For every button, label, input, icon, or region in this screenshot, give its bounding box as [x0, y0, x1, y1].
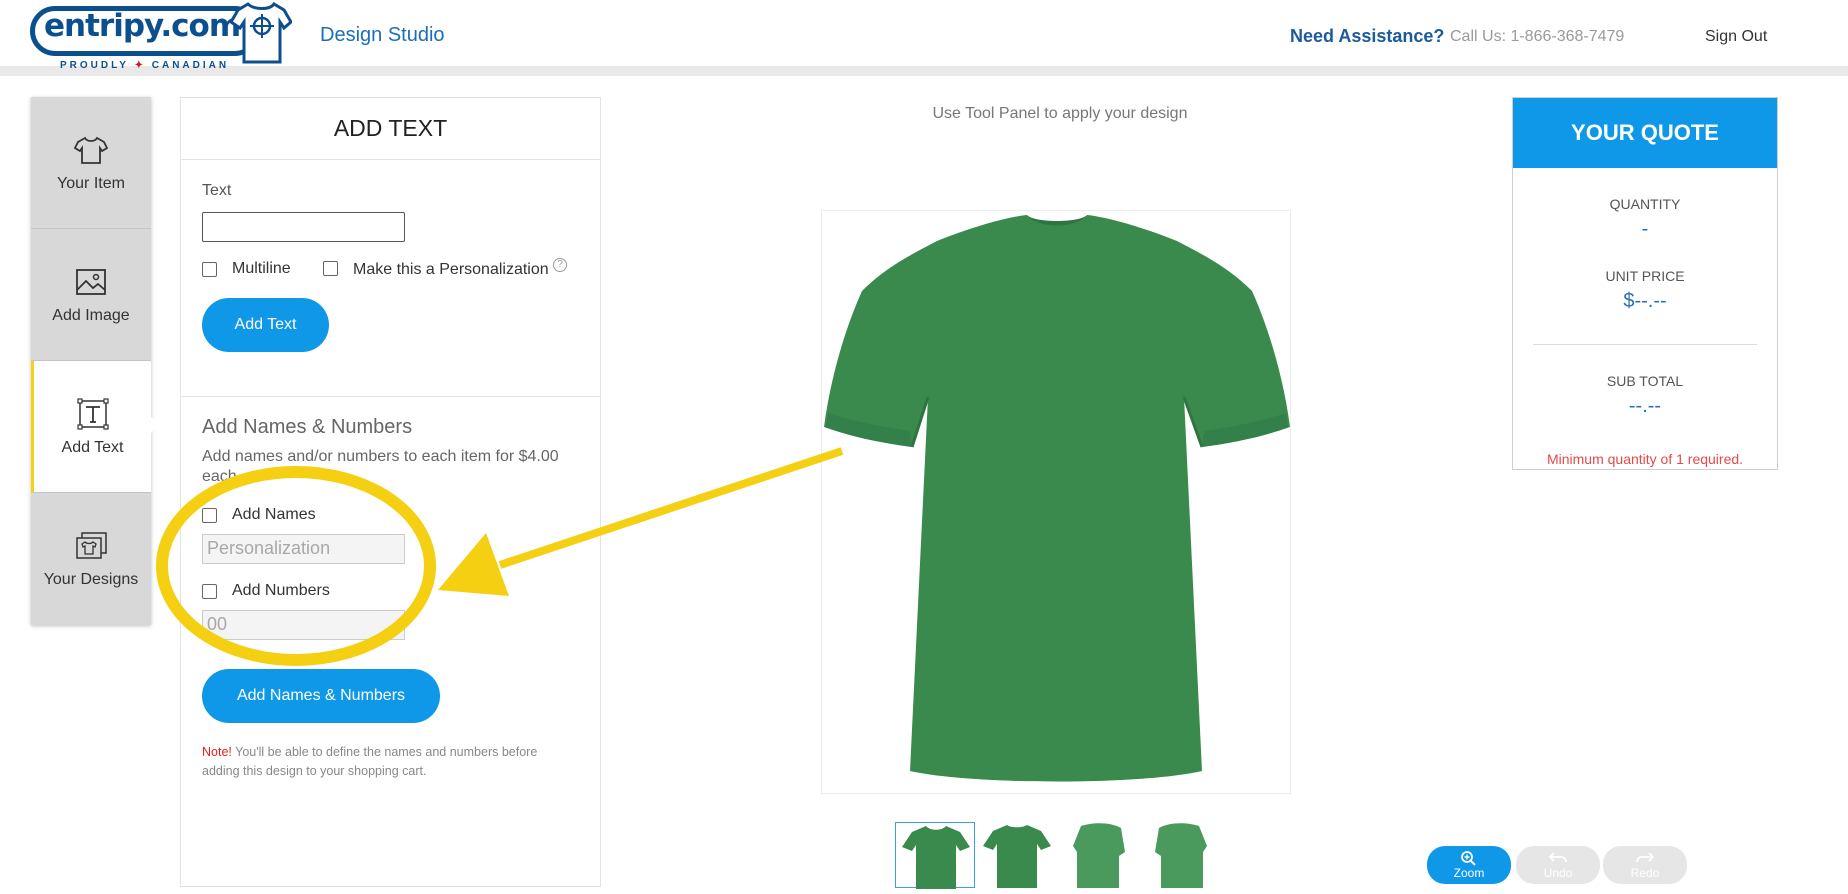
- add-numbers-label: Add Numbers: [232, 582, 330, 599]
- add-names-checkbox[interactable]: [202, 508, 217, 523]
- tshirt-preview: [824, 215, 1290, 782]
- maple-leaf-icon: ✦: [134, 60, 146, 71]
- redo-button[interactable]: Redo: [1603, 846, 1687, 884]
- unit-price-label: UNIT PRICE: [1605, 268, 1685, 284]
- minimum-quantity-warning: Minimum quantity of 1 required.: [1546, 451, 1744, 467]
- subtotal-value: --.--: [1628, 395, 1662, 417]
- names-numbers-description: Add names and/or numbers to each item fo…: [202, 448, 559, 485]
- note-body: You'll be able to define the names and n…: [202, 745, 538, 778]
- quantity-label: QUANTITY: [1609, 196, 1681, 212]
- zoom-button[interactable]: Zoom: [1427, 846, 1511, 884]
- zoom-icon: [1461, 851, 1476, 866]
- design-studio-title: Design Studio: [320, 24, 445, 46]
- add-text-panel: ADD TEXT Text Multiline Make this a Pers…: [180, 97, 601, 887]
- sidebar-item-add-image[interactable]: Add Image: [31, 229, 151, 361]
- text-icon: [76, 397, 109, 430]
- text-field-label: Text: [202, 182, 232, 199]
- sidebar-item-your-designs[interactable]: Your Designs: [31, 493, 151, 625]
- note-text: Note! You'll be able to define the names…: [202, 743, 572, 781]
- quote-panel: YOUR QUOTE QUANTITY - UNIT PRICE $--.-- …: [1512, 97, 1778, 470]
- zoom-label: Zoom: [1453, 866, 1485, 880]
- quantity-value: -: [1641, 218, 1649, 240]
- view-thumbnails: [895, 822, 1215, 889]
- sidebar-item-label: Add Image: [52, 306, 130, 324]
- multiline-label: Multiline: [232, 260, 291, 277]
- sidebar-item-label: Your Item: [57, 174, 125, 192]
- personalization-checkbox[interactable]: [323, 261, 338, 276]
- tshirt-icon: [74, 136, 108, 164]
- tool-sidebar: Your Item Add Image Add Text Your Design…: [31, 97, 159, 625]
- thumbnail-back[interactable]: [977, 822, 1057, 888]
- subtotal-label: SUB TOTAL: [1606, 373, 1684, 389]
- unit-price-value: $--.--: [1623, 290, 1667, 312]
- tool-panel-hint: Use Tool Panel to apply your design: [932, 105, 1188, 122]
- multiline-checkbox[interactable]: [202, 262, 217, 277]
- image-icon: [76, 268, 106, 295]
- help-icon[interactable]: ?: [553, 258, 567, 272]
- thumbnail-right-sleeve[interactable]: [1141, 822, 1221, 888]
- undo-label: Undo: [1543, 866, 1573, 880]
- sidebar-item-add-text[interactable]: Add Text: [31, 361, 159, 493]
- logo-tagline-left: PROUDLY: [60, 60, 129, 71]
- sidebar-item-label: Add Text: [61, 438, 124, 456]
- panel-title: ADD TEXT: [181, 98, 600, 160]
- sidebar-item-label: Your Designs: [43, 571, 139, 588]
- design-canvas[interactable]: [821, 210, 1291, 794]
- names-numbers-title: Add Names & Numbers: [202, 416, 413, 438]
- thumbnail-left-sleeve[interactable]: [1059, 822, 1139, 888]
- undo-icon: [1549, 852, 1567, 863]
- text-input[interactable]: [202, 212, 405, 242]
- note-label: Note!: [202, 745, 232, 759]
- thumbnail-front[interactable]: [895, 822, 975, 889]
- add-text-button[interactable]: Add Text: [202, 298, 329, 352]
- panel-divider: [181, 396, 600, 397]
- redo-label: Redo: [1630, 866, 1660, 880]
- need-assistance-link[interactable]: Need Assistance?: [1290, 26, 1444, 47]
- designs-icon: [76, 532, 107, 559]
- header: entripy.com PROUDLY ✦ CANADIAN Design St…: [0, 0, 1848, 76]
- quote-divider: [1533, 344, 1757, 345]
- redo-icon: [1636, 852, 1654, 863]
- sidebar-item-your-item[interactable]: Your Item: [31, 97, 151, 229]
- add-names-label: Add Names: [232, 506, 316, 523]
- add-numbers-checkbox[interactable]: [202, 584, 217, 599]
- add-names-numbers-button[interactable]: Add Names & Numbers: [202, 669, 440, 723]
- personalization-label: Make this a Personalization: [353, 261, 549, 278]
- logo-shirt-icon: [230, 1, 292, 64]
- sign-out-link[interactable]: Sign Out: [1705, 28, 1767, 46]
- logo-tagline-right: CANADIAN: [151, 60, 230, 71]
- names-input[interactable]: Personalization: [202, 534, 405, 564]
- numbers-input[interactable]: 00: [202, 610, 405, 640]
- logo-text: entripy.com: [44, 8, 241, 44]
- quote-title: YOUR QUOTE: [1513, 98, 1777, 168]
- site-logo[interactable]: entripy.com PROUDLY ✦ CANADIAN: [28, 0, 293, 72]
- logo-tagline: PROUDLY ✦ CANADIAN: [60, 60, 229, 71]
- call-us-phone: Call Us: 1-866-368-7479: [1450, 28, 1625, 45]
- undo-button[interactable]: Undo: [1516, 846, 1600, 884]
